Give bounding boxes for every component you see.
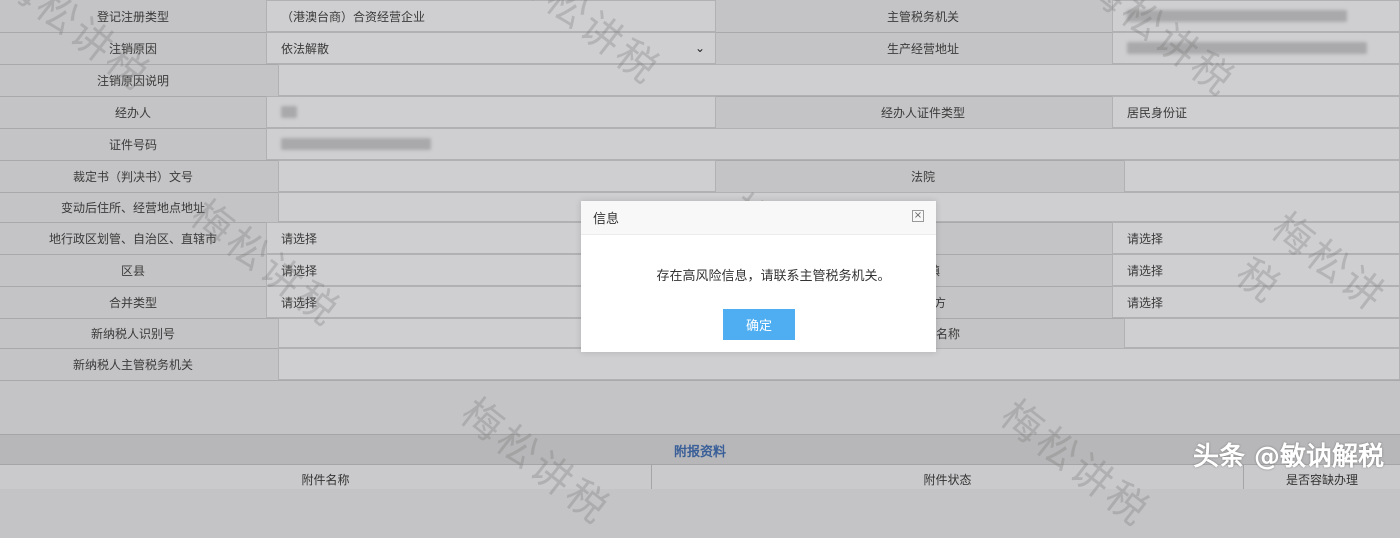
form-row: 登记注册类型 （港澳台商）合资经营企业 主管税务机关 (0, 0, 1400, 33)
form-label: 区县 (120, 263, 145, 278)
close-icon[interactable]: × (912, 210, 924, 222)
form-label: 证件号码 (108, 137, 157, 152)
form-label: 经办人证件类型 (880, 105, 965, 120)
form-row: 注销原因 依法解散 ⌄ 生产经营地址 (0, 32, 1400, 65)
form-label: 注销原因 (108, 41, 157, 56)
form-row: 注销原因说明 (0, 64, 1400, 97)
form-label: 法院 (910, 169, 935, 184)
form-label: 主管税务机关 (886, 9, 959, 24)
form-label: 生产经营地址 (886, 41, 959, 56)
dialog-title: 信息 (593, 212, 620, 227)
select-value: 依法解散 (281, 41, 330, 56)
column-header: 附件名称 (0, 465, 652, 489)
chevron-down-icon: ⌄ (694, 41, 705, 55)
section-title: 附报资料 (673, 444, 726, 460)
receiver-select[interactable]: 请选择 (1112, 286, 1400, 318)
business-address-field[interactable] (1112, 32, 1400, 64)
form-row: 新纳税人主管税务机关 (0, 348, 1400, 381)
dialog-message: 存在高风险信息，请联系主管税务机关。 (656, 269, 891, 284)
form-label: 裁定书（判决书）文号 (72, 169, 193, 184)
redacted-text (1127, 42, 1367, 54)
form-row: 裁定书（判决书）文号 法院 (0, 160, 1400, 193)
source-watermark: 头条 @敏讷解税 (1192, 442, 1384, 472)
form-label: 经办人 (114, 105, 151, 120)
attachments-section-header: 附报资料 (0, 434, 1400, 465)
id-number-field[interactable] (266, 128, 1400, 160)
form-label: 新纳税人主管税务机关 (72, 357, 193, 372)
column-header: 附件状态 (652, 465, 1244, 489)
town-select[interactable]: 请选择 (1112, 254, 1400, 286)
confirm-button[interactable]: 确定 (723, 309, 795, 340)
registration-type-field[interactable]: （港澳台商）合资经营企业 (266, 0, 716, 32)
redacted-text (281, 138, 431, 150)
form-row: 经办人 经办人证件类型 居民身份证 (0, 96, 1400, 129)
ruling-number-field[interactable] (278, 160, 716, 192)
form-label: 登记注册类型 (96, 9, 169, 24)
redacted-text (1127, 10, 1347, 22)
right-select-1[interactable]: 请选择 (1112, 222, 1400, 254)
deregistration-reason-note-field[interactable] (278, 64, 1400, 96)
attachments-table-header: 附件名称 附件状态 是否容缺办理 (0, 464, 1400, 489)
deregistration-reason-select[interactable]: 依法解散 ⌄ (266, 32, 716, 64)
info-dialog: 信息 × 存在高风险信息，请联系主管税务机关。 确定 (581, 201, 936, 352)
form-label: 新纳税人识别号 (90, 326, 175, 341)
handler-field[interactable] (266, 96, 716, 128)
new-tax-authority-field[interactable] (278, 348, 1400, 380)
dialog-header: 信息 × (581, 201, 936, 235)
form-label: 变动后住所、经营地点地址 (60, 200, 205, 215)
form-row: 证件号码 (0, 128, 1400, 161)
form-label: 地行政区划管、自治区、直辖市 (48, 231, 217, 246)
redacted-text (281, 106, 297, 118)
form-label: 合并类型 (108, 295, 157, 310)
handler-id-type-field[interactable]: 居民身份证 (1112, 96, 1400, 128)
form-label: 注销原因说明 (96, 73, 169, 88)
tax-authority-field[interactable] (1112, 0, 1400, 32)
new-taxpayer-name-field[interactable] (1124, 318, 1400, 348)
court-field[interactable] (1124, 160, 1400, 192)
